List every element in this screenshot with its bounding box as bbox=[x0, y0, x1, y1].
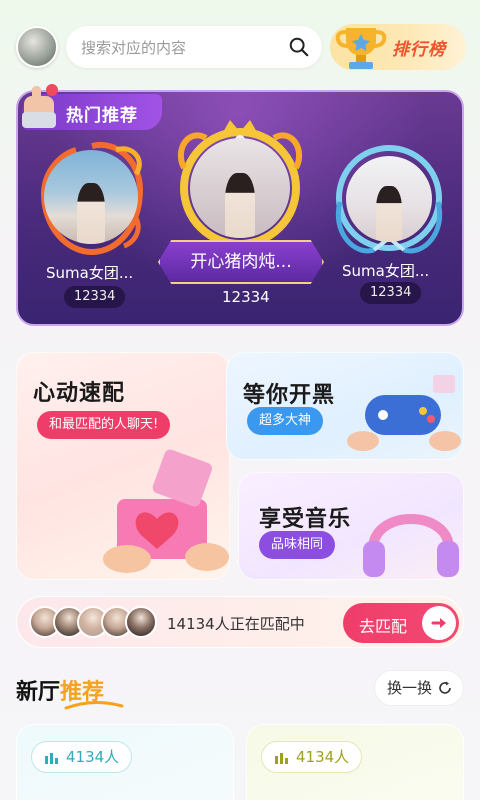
music-title: 享受音乐 bbox=[259, 507, 352, 532]
candidate-right[interactable]: Suma女团... 12334 bbox=[334, 142, 444, 312]
new-rooms-title-a: 新厅 bbox=[16, 680, 61, 705]
music-pill: 品味相同 bbox=[259, 531, 336, 559]
candidate-center-photo bbox=[190, 138, 290, 238]
go-arrow-icon bbox=[422, 606, 456, 640]
search-icon[interactable] bbox=[288, 36, 310, 58]
gift-heart-icon bbox=[103, 449, 229, 573]
play-together-pill: 超多大神 bbox=[247, 407, 324, 435]
thumbs-up-icon bbox=[22, 84, 58, 128]
candidate-left-photo bbox=[44, 150, 138, 244]
candidate-center-name: 开心猪肉炖... bbox=[158, 240, 324, 284]
room-member-count: 4134人 bbox=[261, 741, 363, 773]
refresh-icon bbox=[439, 681, 451, 694]
music-card[interactable]: 享受音乐 品味相同 bbox=[238, 472, 464, 580]
room-member-count-text: 4134人 bbox=[296, 748, 350, 766]
candidate-left-name: Suma女团... bbox=[46, 264, 134, 282]
refresh-label: 换一换 bbox=[387, 679, 433, 697]
title-underline-icon bbox=[64, 701, 124, 710]
search-field[interactable]: 搜索对应的内容 bbox=[66, 26, 322, 68]
quick-match-title: 心动速配 bbox=[33, 381, 126, 406]
matching-bar: 14134人正在匹配中 去匹配 bbox=[16, 596, 464, 648]
bars-icon bbox=[275, 753, 288, 764]
room-card[interactable]: 4134人 bbox=[246, 724, 464, 800]
search-placeholder: 搜索对应的内容 bbox=[81, 38, 187, 57]
bars-icon bbox=[45, 753, 58, 764]
hot-recommend-tag: 热门推荐 bbox=[22, 84, 162, 130]
top-bar: 搜索对应的内容 排行榜 bbox=[0, 0, 480, 92]
room-card[interactable]: 4134人 bbox=[16, 724, 234, 800]
matching-count-text: 14134人正在匹配中 bbox=[167, 615, 305, 633]
go-match-button[interactable]: 去匹配 bbox=[343, 603, 459, 643]
candidate-right-score: 12334 bbox=[360, 282, 422, 304]
candidate-right-photo bbox=[346, 156, 432, 242]
go-match-label: 去匹配 bbox=[359, 617, 408, 636]
room-member-count: 4134人 bbox=[31, 741, 133, 773]
candidate-left[interactable]: Suma女团... 12334 bbox=[36, 140, 148, 310]
refresh-button[interactable]: 换一换 bbox=[374, 670, 464, 706]
headphones-icon bbox=[363, 514, 459, 577]
user-avatar[interactable] bbox=[16, 26, 58, 68]
candidate-center-score: 12334 bbox=[222, 288, 270, 306]
trophy-icon bbox=[335, 28, 387, 69]
candidate-left-score: 12334 bbox=[64, 286, 126, 308]
room-member-count-text: 4134人 bbox=[66, 748, 120, 766]
candidate-right-name: Suma女团... bbox=[342, 262, 430, 280]
quick-match-card[interactable]: 心动速配 和最匹配的人聊天! bbox=[16, 352, 230, 580]
leaderboard-button[interactable]: 排行榜 bbox=[330, 24, 466, 70]
hot-recommend-title: 热门推荐 bbox=[66, 106, 138, 126]
gamepad-icon bbox=[347, 375, 461, 451]
quick-match-pill: 和最匹配的人聊天! bbox=[37, 411, 171, 439]
leaderboard-label: 排行榜 bbox=[392, 40, 446, 60]
matching-avatar bbox=[125, 606, 157, 638]
play-together-card[interactable]: 等你开黑 超多大神 bbox=[226, 352, 464, 460]
play-together-title: 等你开黑 bbox=[243, 383, 336, 408]
